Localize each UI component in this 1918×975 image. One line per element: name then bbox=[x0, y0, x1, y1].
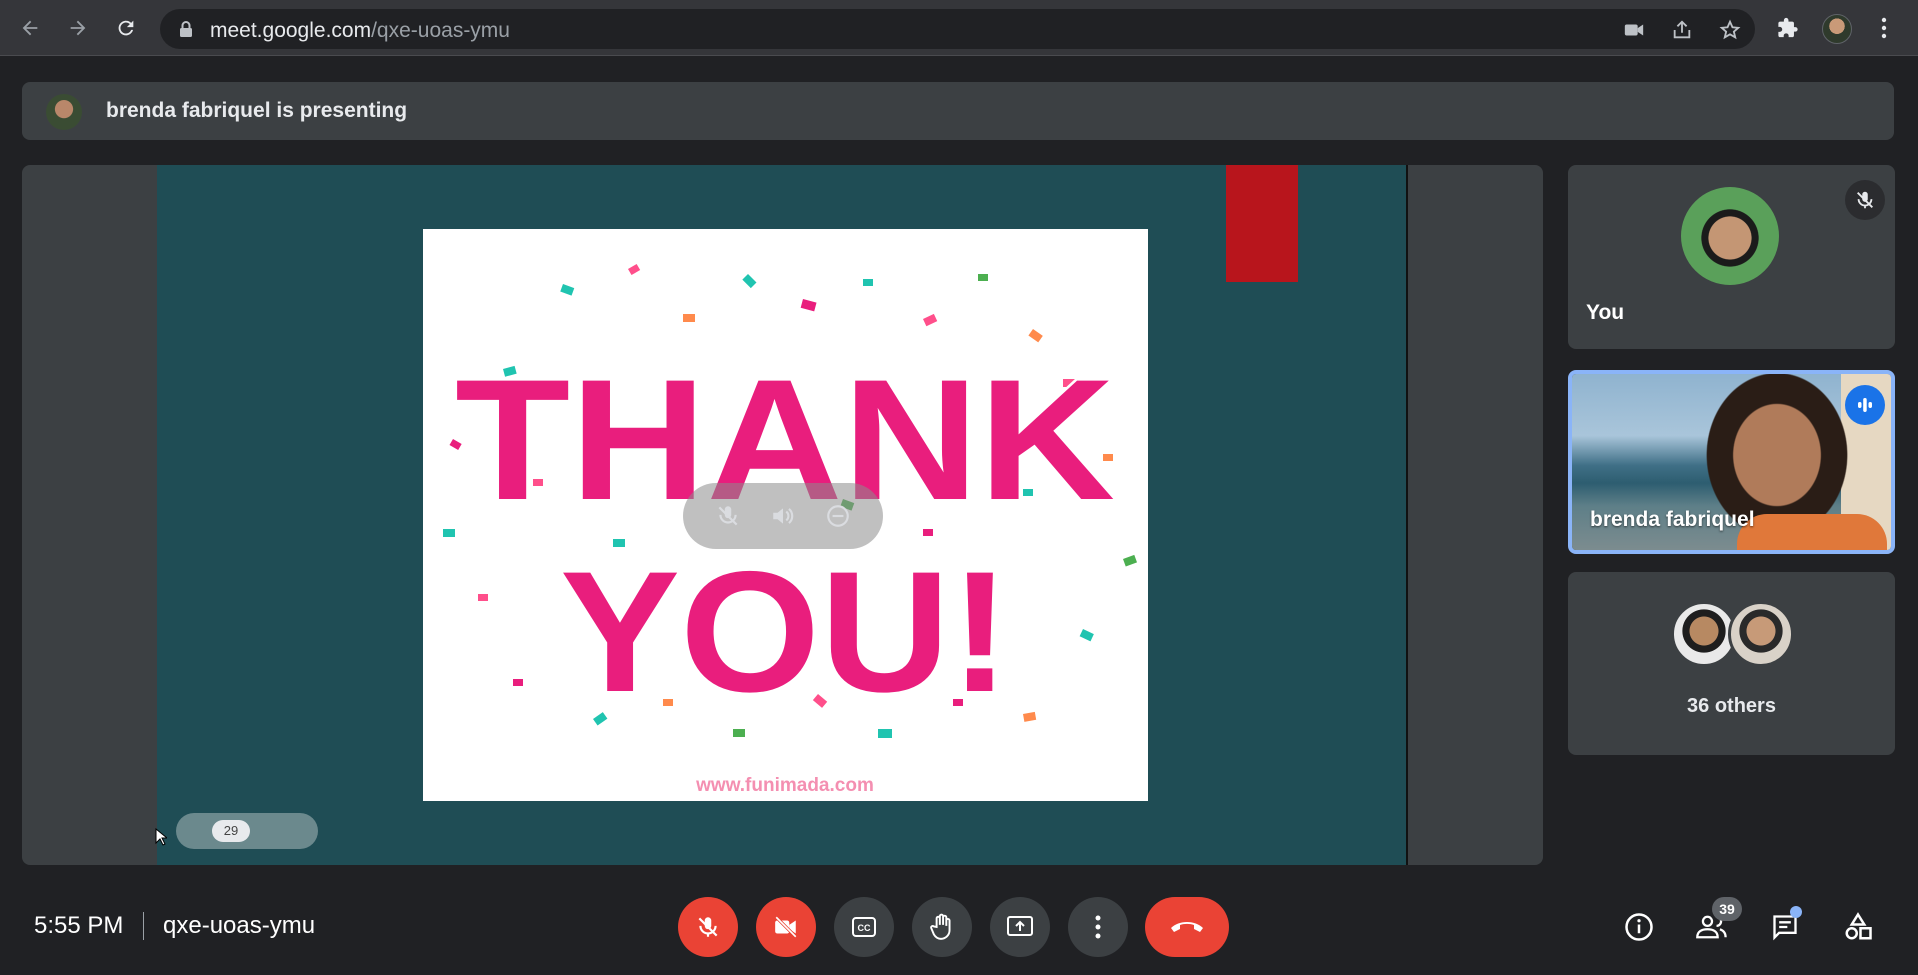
leave-call-button[interactable] bbox=[1145, 897, 1229, 957]
microphone-toggle-button[interactable] bbox=[678, 897, 738, 957]
self-tile[interactable]: You bbox=[1568, 165, 1895, 349]
audio-bars-icon bbox=[1858, 398, 1872, 412]
presenting-text: brenda fabriquel is presenting bbox=[106, 99, 408, 122]
puzzle-icon bbox=[1778, 17, 1798, 38]
more-options-button[interactable] bbox=[1068, 897, 1128, 957]
videocam-off-icon bbox=[775, 916, 797, 938]
arrow-left-icon bbox=[22, 20, 38, 36]
others-tile[interactable]: 36 others bbox=[1568, 572, 1895, 755]
muted-mic-overlay-icon[interactable] bbox=[715, 503, 741, 529]
people-count-badge: 39 bbox=[1712, 897, 1742, 921]
camera-icon[interactable] bbox=[1623, 19, 1645, 41]
meeting-code: qxe-uoas-ymu bbox=[163, 912, 316, 939]
back-button[interactable] bbox=[14, 12, 46, 44]
present-now-button[interactable] bbox=[990, 897, 1050, 957]
kebab-menu-icon bbox=[1881, 17, 1887, 39]
self-avatar bbox=[1681, 187, 1779, 285]
presenting-banner: brenda fabriquel is presenting bbox=[22, 82, 1894, 140]
url-text: meet.google.com/qxe-uoas-ymu bbox=[210, 19, 510, 43]
speaking-indicator bbox=[1845, 385, 1885, 425]
slide-pager[interactable]: 29 bbox=[176, 813, 318, 849]
camera-toggle-button[interactable] bbox=[756, 897, 816, 957]
url-host: meet.google.com bbox=[210, 19, 372, 42]
presenter-tile[interactable]: brenda fabriquel bbox=[1568, 370, 1895, 554]
activities-shapes-icon bbox=[1845, 912, 1872, 940]
star-icon[interactable] bbox=[1719, 19, 1741, 41]
forward-button[interactable] bbox=[62, 12, 94, 44]
slide-watermark: www.funimada.com bbox=[695, 775, 874, 796]
self-name: You bbox=[1586, 301, 1625, 324]
screen-divider bbox=[1406, 165, 1408, 865]
video-overlay-controls bbox=[683, 483, 883, 549]
time-code-separator bbox=[143, 912, 144, 940]
chrome-menu-button[interactable] bbox=[1868, 12, 1900, 44]
slide-word-you: YOU! bbox=[560, 536, 1010, 728]
presenter-name: brenda fabriquel bbox=[1590, 508, 1755, 531]
mic-off-icon bbox=[698, 917, 718, 937]
lock-icon bbox=[180, 21, 192, 37]
address-bar[interactable]: meet.google.com/qxe-uoas-ymu bbox=[160, 9, 1755, 49]
remove-icon[interactable] bbox=[825, 503, 851, 529]
activities-button[interactable] bbox=[1838, 907, 1878, 947]
meeting-control-bar: 5:55 PM qxe-uoas-ymu CC 39 bbox=[0, 880, 1918, 975]
hang-up-icon bbox=[1171, 922, 1203, 932]
share-icon[interactable] bbox=[1671, 19, 1693, 41]
arrow-right-icon bbox=[70, 20, 86, 36]
others-count-label: 36 others bbox=[1687, 695, 1776, 717]
other-avatar-2 bbox=[1728, 601, 1794, 667]
browser-toolbar: meet.google.com/qxe-uoas-ymu bbox=[0, 0, 1918, 56]
self-muted-indicator bbox=[1845, 180, 1885, 220]
kebab-menu-icon bbox=[1095, 915, 1101, 939]
volume-icon[interactable] bbox=[769, 503, 797, 529]
meeting-time: 5:55 PM bbox=[34, 912, 124, 939]
reload-button[interactable] bbox=[110, 12, 142, 44]
closed-captions-icon: CC bbox=[852, 917, 876, 937]
meeting-details-button[interactable] bbox=[1619, 907, 1659, 947]
slide-page-number: 29 bbox=[212, 820, 250, 842]
info-icon bbox=[1625, 913, 1653, 941]
mic-off-icon bbox=[1857, 191, 1873, 209]
profile-avatar[interactable] bbox=[1822, 14, 1852, 44]
extensions-button[interactable] bbox=[1772, 12, 1804, 44]
present-screen-icon bbox=[1007, 916, 1033, 936]
reload-icon bbox=[118, 20, 134, 36]
red-tab bbox=[1226, 165, 1298, 282]
presenter-shirt bbox=[1737, 514, 1887, 550]
url-path: /qxe-uoas-ymu bbox=[371, 19, 510, 42]
raise-hand-button[interactable] bbox=[912, 897, 972, 957]
mouse-cursor-icon bbox=[155, 828, 167, 846]
presenter-avatar bbox=[46, 94, 82, 130]
hand-icon bbox=[930, 913, 951, 940]
chat-unread-dot bbox=[1790, 906, 1802, 918]
captions-button[interactable]: CC bbox=[834, 897, 894, 957]
svg-text:CC: CC bbox=[858, 923, 871, 933]
